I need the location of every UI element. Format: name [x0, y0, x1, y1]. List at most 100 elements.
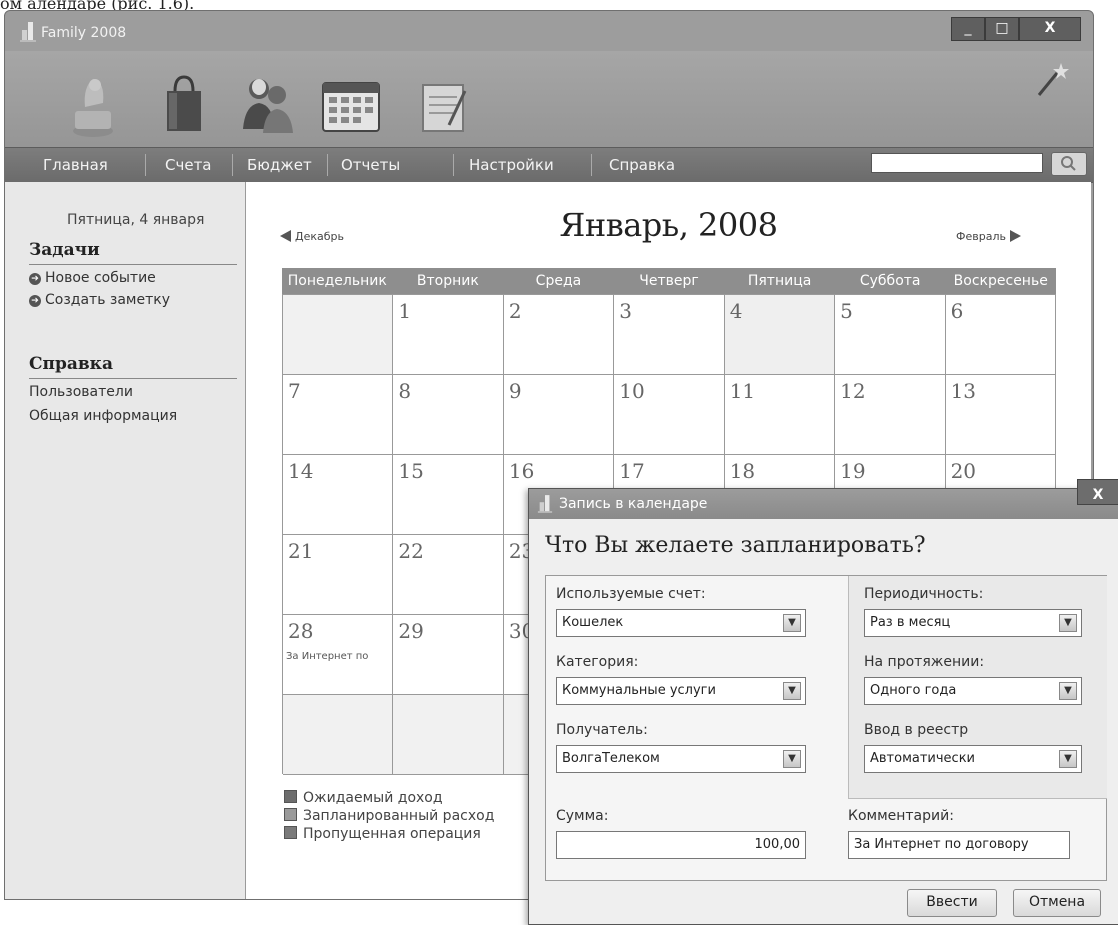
calendar-day-cell[interactable]: 4: [724, 295, 836, 375]
calendar-empty-cell[interactable]: [283, 695, 394, 775]
weekday-name: Воскресенье: [953, 273, 1048, 289]
cancel-button[interactable]: Отмена: [1013, 889, 1101, 917]
periodicity-select[interactable]: Раз в месяц ▼: [864, 609, 1082, 637]
calendar-day-cell[interactable]: 21: [283, 535, 394, 615]
legend-item: Пропущенная операция: [284, 826, 494, 844]
divider: [29, 264, 237, 265]
calendar-day-cell[interactable]: 29: [393, 615, 504, 695]
calendar-day-cell[interactable]: 8: [393, 375, 504, 455]
nav-home[interactable]: Главная: [43, 148, 108, 182]
amount-label: Сумма:: [556, 808, 609, 824]
legend-item: Ожидаемый доход: [284, 790, 494, 808]
title-bar: Family 2008 _ □ X: [5, 11, 1093, 47]
account-value: Кошелек: [562, 615, 624, 630]
calendar-empty-cell[interactable]: [283, 295, 394, 375]
day-number: 9: [508, 379, 522, 403]
tasks-heading: Задачи: [29, 240, 100, 260]
users-link[interactable]: Пользователи: [29, 384, 133, 400]
day-number: 22: [398, 539, 424, 563]
weekday-name: Четверг: [639, 273, 699, 289]
calendar-day-cell[interactable]: 2: [503, 295, 615, 375]
dialog-title: Запись в календаре: [559, 496, 708, 512]
chevron-down-icon: ▼: [783, 682, 801, 700]
duration-select[interactable]: Одного года ▼: [864, 677, 1082, 705]
calendar-day-cell[interactable]: 28 За Интернет по: [283, 615, 394, 695]
users-icon[interactable]: [237, 67, 297, 143]
calendar-day-cell[interactable]: 22: [393, 535, 504, 615]
legend-label: Пропущенная операция: [303, 826, 481, 842]
day-number: 14: [288, 459, 314, 483]
calendar-day-cell[interactable]: 6: [945, 295, 1056, 375]
calendar-day-cell[interactable]: 15: [393, 455, 504, 535]
submit-button[interactable]: Ввести: [907, 889, 997, 917]
chevron-down-icon: ▼: [1059, 750, 1077, 768]
account-select[interactable]: Кошелек ▼: [556, 609, 806, 637]
calendar-day-cell[interactable]: 5: [835, 295, 946, 375]
search-button[interactable]: [1051, 152, 1087, 176]
calendar-day-cell[interactable]: 11: [724, 375, 836, 455]
day-number: 8: [398, 379, 412, 403]
chevron-down-icon: ▼: [783, 750, 801, 768]
day-number: 2: [508, 299, 522, 323]
calendar-entry-dialog: Запись в календаре X Что Вы желаете запл…: [528, 479, 1118, 925]
calendar-day-cell[interactable]: 12: [835, 375, 946, 455]
day-number: 29: [398, 619, 424, 643]
nav-reports[interactable]: Отчеты: [341, 148, 400, 182]
create-note-link[interactable]: ➔ Создать заметку: [29, 292, 170, 308]
magic-wand-icon[interactable]: [1033, 61, 1069, 101]
app-title: Family 2008: [41, 25, 127, 41]
comment-field[interactable]: За Интернет по договору: [848, 831, 1070, 859]
nav-divider: [327, 154, 328, 176]
maximize-button[interactable]: □: [985, 17, 1019, 41]
day-number: 13: [950, 379, 977, 403]
calendar-day-cell[interactable]: 3: [614, 295, 725, 375]
legend: Ожидаемый доход Запланированный расход Про…: [284, 790, 494, 844]
legend-label: Ожидаемый доход: [303, 790, 443, 806]
notebook-icon[interactable]: [413, 67, 473, 143]
new-event-link[interactable]: ➔ Новое событие: [29, 270, 156, 286]
calendar-day-cell[interactable]: 13: [945, 375, 1056, 455]
nav-help[interactable]: Справка: [609, 148, 675, 182]
calendar-empty-cell[interactable]: [393, 695, 504, 775]
shopping-bag-icon[interactable]: [155, 67, 215, 143]
calendar-day-cell[interactable]: 9: [503, 375, 615, 455]
nav-settings[interactable]: Настройки: [469, 148, 554, 182]
day-number: 12: [840, 379, 866, 403]
help-heading: Справка: [29, 354, 113, 374]
register-select[interactable]: Автоматически ▼: [864, 745, 1082, 773]
calendar-day-cell[interactable]: 7: [283, 375, 394, 455]
weekday-name: Понедельник: [287, 273, 387, 289]
category-select[interactable]: Коммунальные услуги ▼: [556, 677, 806, 705]
arrow-right-icon: [1009, 230, 1021, 242]
day-number: 16: [508, 459, 535, 483]
weekday-name: Пятница: [747, 273, 812, 289]
close-button[interactable]: X: [1019, 17, 1081, 41]
day-number: 1: [398, 299, 412, 323]
nav-budget[interactable]: Бюджет: [247, 148, 312, 182]
general-info-link[interactable]: Общая информация: [29, 408, 177, 424]
calendar-day-cell[interactable]: 1: [393, 295, 504, 375]
nav-accounts[interactable]: Счета: [165, 148, 212, 182]
calendar-icon[interactable]: [317, 67, 389, 143]
dialog-close-button[interactable]: X: [1077, 479, 1118, 505]
amount-field[interactable]: 100,00: [556, 831, 806, 859]
calendar-day-cell[interactable]: 14: [283, 455, 394, 535]
nav-divider: [145, 154, 146, 176]
nav-divider: [453, 154, 454, 176]
calendar-event[interactable]: За Интернет по: [286, 651, 390, 662]
toolbar: [5, 51, 1093, 151]
calendar-day-cell[interactable]: 10: [614, 375, 725, 455]
day-number: 21: [288, 539, 314, 563]
minimize-button[interactable]: _: [951, 17, 985, 41]
weekday-name: Суббота: [859, 273, 921, 289]
day-number: 5: [840, 299, 853, 323]
dialog-heading: Что Вы желаете запланировать?: [545, 533, 926, 558]
search-input[interactable]: [871, 153, 1043, 173]
next-month-link[interactable]: Февраль: [956, 230, 1021, 243]
periodicity-value: Раз в месяц: [870, 615, 951, 630]
dialog-title-bar: Запись в календаре X: [529, 479, 1118, 519]
dialog-form: Используемые счет: Кошелек ▼ Категория: …: [545, 575, 1107, 881]
day-number: 18: [729, 459, 756, 483]
payee-select[interactable]: ВолгаТелеком ▼: [556, 745, 806, 773]
money-icon[interactable]: [63, 67, 123, 143]
